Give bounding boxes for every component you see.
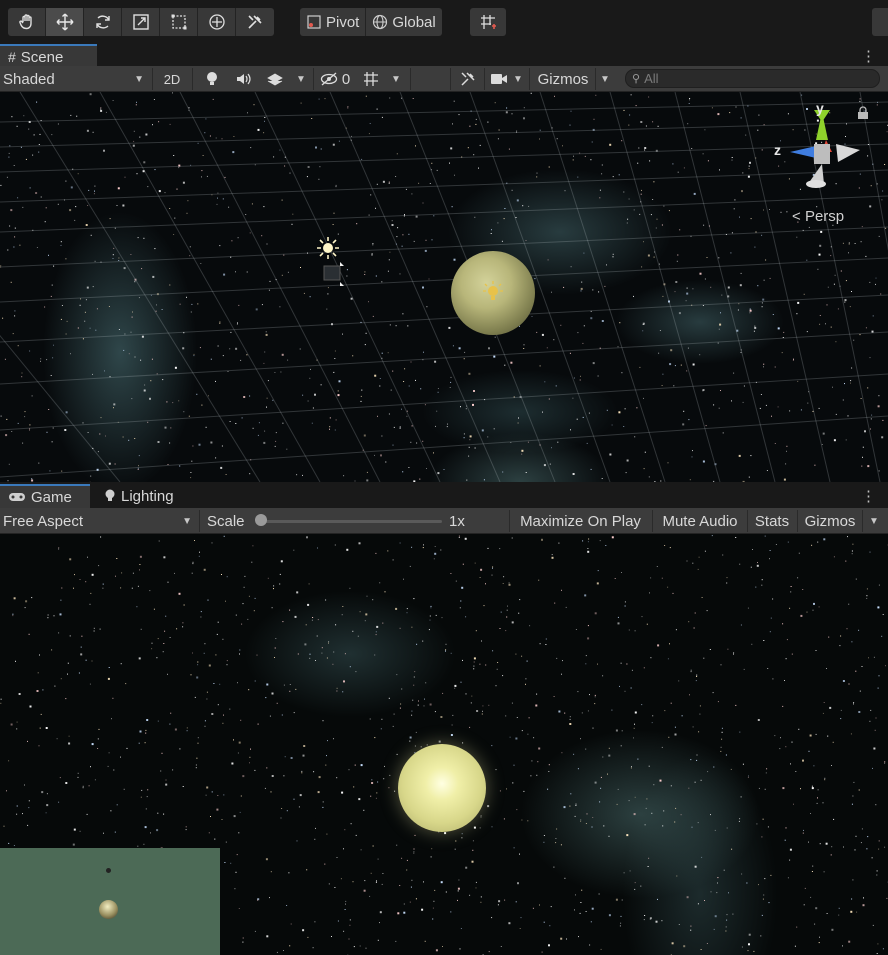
transform-tools — [8, 8, 274, 36]
global-button[interactable]: Global — [366, 8, 441, 36]
scene-grid-icon: # — [8, 49, 16, 65]
scene-gizmos-button[interactable]: Gizmos — [532, 67, 594, 91]
sun-sphere[interactable] — [451, 251, 535, 335]
tab-game-label: Game — [31, 488, 72, 506]
game-gizmos-dropdown-icon[interactable]: ▼ — [864, 509, 884, 533]
scene-tools-icon[interactable] — [455, 67, 481, 91]
gamepad-icon — [9, 493, 25, 501]
camera-icon[interactable] — [488, 67, 510, 91]
gizmo-z-label: z — [774, 142, 781, 158]
snap-group — [470, 8, 506, 36]
camera-dropdown-icon[interactable]: ▼ — [510, 67, 526, 91]
lock-icon[interactable] — [856, 106, 870, 120]
scale-slider-handle[interactable] — [255, 514, 267, 526]
mute-audio-button[interactable]: Mute Audio — [655, 509, 745, 533]
hand-tool-icon[interactable] — [8, 8, 46, 36]
rotate-tool-icon[interactable] — [84, 8, 122, 36]
scene-toolbar: Shaded ▼ 2D ▼ 0 ▼ ▼ Gizmos ▼ ⚲ All — [0, 66, 888, 92]
scene-menu-icon[interactable]: ⋮ — [861, 47, 876, 65]
global-label: Global — [392, 13, 436, 31]
minimap-panel — [0, 848, 220, 955]
stats-button[interactable]: Stats — [749, 509, 795, 533]
maximize-on-play-button[interactable]: Maximize On Play — [512, 509, 649, 533]
mute-label: Mute Audio — [662, 512, 738, 530]
scene-grid — [0, 92, 888, 482]
effects-toggle-icon[interactable] — [260, 67, 290, 91]
projection-label: Persp — [804, 208, 845, 225]
pivot-label: Pivot — [326, 13, 360, 31]
aspect-dropdown[interactable]: Free Aspect ▼ — [3, 509, 195, 533]
minimap-planet-small — [106, 868, 111, 873]
scale-label: Scale — [207, 512, 245, 530]
grid-dropdown-icon[interactable]: ▼ — [386, 67, 406, 91]
game-gizmos-button[interactable]: Gizmos — [799, 509, 861, 533]
directional-light-icon[interactable] — [316, 236, 340, 260]
tab-game[interactable]: Game — [0, 484, 90, 508]
effects-dropdown-icon[interactable]: ▼ — [292, 67, 310, 91]
draw-mode-value: Shaded — [3, 70, 55, 88]
rect-tool-icon[interactable] — [160, 8, 198, 36]
eye-slash-icon — [320, 72, 337, 86]
scene-search-input[interactable]: ⚲ All — [625, 69, 880, 88]
maximize-label: Maximize On Play — [520, 512, 641, 530]
game-tabbar: Game Lighting ⋮ — [0, 484, 888, 508]
draw-mode-dropdown[interactable]: Shaded ▼ — [3, 67, 148, 91]
chevron-left-icon: < — [792, 208, 801, 225]
sun-sphere-game[interactable] — [398, 744, 486, 832]
search-placeholder: All — [644, 71, 659, 86]
main-toolbar: Pivot Global — [0, 0, 888, 44]
point-light-icon — [483, 281, 503, 300]
game-viewport[interactable] — [0, 534, 888, 955]
game-toolbar: Free Aspect ▼ Scale 1x Maximize On Play … — [0, 508, 888, 534]
custom-tool-icon[interactable] — [236, 8, 274, 36]
grid-toggle-icon[interactable] — [358, 67, 384, 91]
camera-gizmo-icon[interactable] — [322, 260, 348, 288]
search-icon: ⚲ — [632, 73, 641, 85]
tab-scene-label: Scene — [20, 48, 64, 66]
chevron-down-icon: ▼ — [134, 73, 144, 85]
chevron-down-icon: ▼ — [182, 515, 192, 527]
game-gizmos-label: Gizmos — [804, 512, 856, 530]
tab-lighting[interactable]: Lighting — [96, 484, 191, 508]
lighting-toggle-icon[interactable] — [198, 67, 226, 91]
hidden-objects-button[interactable]: 0 — [316, 67, 354, 91]
scale-value: 1x — [449, 512, 465, 530]
scene-viewport[interactable]: y z < Persp — [0, 92, 888, 482]
move-tool-icon[interactable] — [46, 8, 84, 36]
gizmo-y-label: y — [816, 100, 824, 116]
pivot-global-group: Pivot Global — [300, 8, 442, 36]
hidden-count: 0 — [341, 70, 351, 88]
game-menu-icon[interactable]: ⋮ — [861, 487, 876, 505]
scale-tool-icon[interactable] — [122, 8, 160, 36]
scene-gizmos-label: Gizmos — [537, 70, 589, 88]
tab-lighting-label: Lighting — [121, 487, 174, 505]
pivot-icon — [307, 15, 321, 29]
scene-gizmos-dropdown-icon[interactable]: ▼ — [597, 67, 613, 91]
scene-tabbar: # Scene ⋮ — [0, 44, 888, 68]
aspect-value: Free Aspect — [3, 512, 84, 530]
stats-label: Stats — [754, 512, 790, 530]
pivot-button[interactable]: Pivot — [300, 8, 367, 36]
scale-slider-track[interactable] — [262, 520, 442, 523]
grid-snap-icon[interactable] — [470, 8, 506, 36]
audio-toggle-icon[interactable] — [229, 67, 257, 91]
2d-toggle-button[interactable]: 2D — [157, 67, 187, 91]
minimap-sun — [99, 900, 118, 919]
2d-label: 2D — [163, 71, 181, 87]
lightbulb-icon — [105, 489, 115, 501]
tab-scene[interactable]: # Scene — [0, 44, 97, 68]
globe-icon — [373, 14, 388, 30]
projection-toggle[interactable]: < Persp — [792, 208, 844, 225]
toolbar-overflow-button[interactable] — [872, 8, 888, 36]
transform-tool-icon[interactable] — [198, 8, 236, 36]
